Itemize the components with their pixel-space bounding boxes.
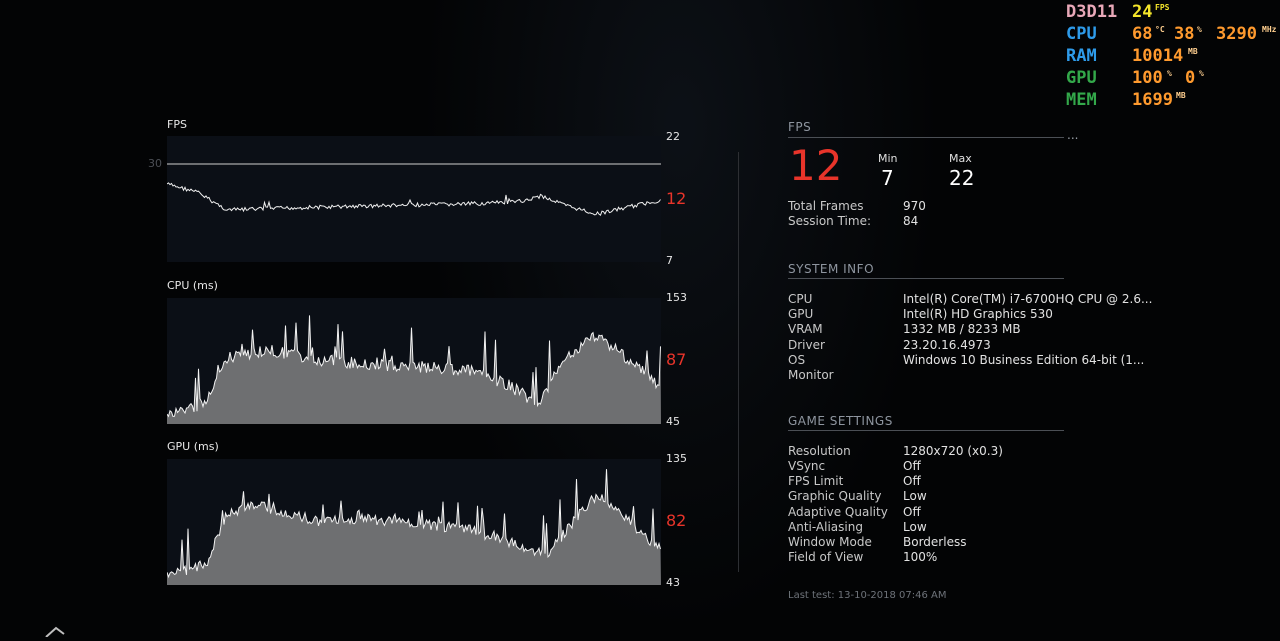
setting-resolution-value: 1280x720 (x0.3) <box>903 444 1003 458</box>
setting-graphic-quality-value: Low <box>903 489 927 503</box>
setting-adaptive-quality-label: Adaptive Quality <box>788 505 888 519</box>
setting-vsync-label: VSync <box>788 459 826 473</box>
overlay-cpu-clock: 3290 <box>1216 24 1257 44</box>
setting-field-of-view-label: Field of View <box>788 550 864 564</box>
system-info-heading: SYSTEM INFO <box>788 262 875 276</box>
fps-axis-min: 7 <box>666 254 673 267</box>
fps-panel-rule <box>788 137 1064 138</box>
fps-max-value: 22 <box>949 166 975 190</box>
overlay-fps-unit: FPS <box>1155 3 1170 12</box>
fps-chart-title: FPS <box>167 118 187 131</box>
cpu-axis-max: 153 <box>666 291 687 304</box>
total-frames-value: 970 <box>903 199 926 213</box>
gpu-chart-plot <box>167 459 661 585</box>
overlay-fps-value: 24 <box>1132 2 1153 22</box>
corner-logo-icon <box>44 622 68 638</box>
overlay-cpu-temp: 68 <box>1132 24 1153 44</box>
fps-max-label: Max <box>949 152 972 165</box>
panel-divider <box>738 152 739 572</box>
setting-fps-limit-label: FPS Limit <box>788 474 844 488</box>
game-settings-heading: GAME SETTINGS <box>788 414 893 428</box>
overlay-mem-unit: MB <box>1176 91 1186 100</box>
fps-min-value: 7 <box>881 166 894 190</box>
setting-window-mode-value: Borderless <box>903 535 967 549</box>
setting-anti-aliasing-value: Low <box>903 520 927 534</box>
setting-window-mode-label: Window Mode <box>788 535 872 549</box>
sysinfo-os-value: Windows 10 Business Edition 64-bit (1... <box>903 353 1145 367</box>
gpu-axis-max: 135 <box>666 452 687 465</box>
setting-fps-limit-value: Off <box>903 474 921 488</box>
system-info-rule <box>788 278 1064 279</box>
cpu-axis-min: 45 <box>666 415 680 428</box>
sysinfo-gpu-label: GPU <box>788 307 814 321</box>
setting-graphic-quality-label: Graphic Quality <box>788 489 882 503</box>
overlay-gpu-load-unit: % <box>1167 69 1172 78</box>
cpu-chart-svg <box>167 315 661 424</box>
setting-field-of-view-value: 100% <box>903 550 938 564</box>
fps-chart-plot <box>167 136 661 262</box>
overlay-cpu-load-unit: % <box>1197 25 1202 34</box>
overlay-mem-label: MEM <box>1066 90 1097 110</box>
fps-current-value: 12 <box>666 189 687 208</box>
overlay-cpu-temp-unit: °C <box>1155 25 1165 34</box>
sysinfo-driver-label: Driver <box>788 338 825 352</box>
sysinfo-driver-value: 23.20.16.4973 <box>903 338 991 352</box>
session-time-label: Session Time: <box>788 214 872 228</box>
gpu-chart-svg <box>167 469 661 585</box>
overlay-gpu-load2: 0 <box>1185 68 1196 88</box>
session-time-value: 84 <box>903 214 919 228</box>
fps-min-label: Min <box>878 152 898 165</box>
overlay-api-label: D3D11 <box>1066 2 1118 22</box>
overlay-cpu-load: 38 <box>1174 24 1195 44</box>
sysinfo-os-label: OS <box>788 353 806 367</box>
overlay-ram-unit: MB <box>1188 47 1198 56</box>
overlay-cpu-label: CPU <box>1066 24 1097 44</box>
cpu-chart-plot <box>167 298 661 424</box>
sysinfo-vram-value: 1332 MB / 8233 MB <box>903 322 1021 336</box>
cpu-current-value: 87 <box>666 350 687 369</box>
fps-target-label: 30 <box>148 157 162 170</box>
fps-axis-max: 22 <box>666 130 680 143</box>
gpu-current-value: 82 <box>666 511 687 530</box>
overlay-gpu-load: 100 <box>1132 68 1163 88</box>
total-frames-label: Total Frames <box>788 199 864 213</box>
sysinfo-cpu-value: Intel(R) Core(TM) i7-6700HQ CPU @ 2.6... <box>903 292 1153 306</box>
fps-line <box>167 182 661 216</box>
overlay-gpu-load2-unit: % <box>1199 69 1204 78</box>
sysinfo-gpu-value: Intel(R) HD Graphics 530 <box>903 307 1053 321</box>
fps-chart-svg <box>167 163 661 216</box>
overlay-gpu-label: GPU <box>1066 68 1097 88</box>
sysinfo-vram-label: VRAM <box>788 322 823 336</box>
setting-anti-aliasing-label: Anti-Aliasing <box>788 520 863 534</box>
sysinfo-cpu-label: CPU <box>788 292 813 306</box>
fps-panel-current: 12 <box>789 141 843 190</box>
gpu-axis-min: 43 <box>666 576 680 589</box>
gpu-chart-title: GPU (ms) <box>167 440 219 453</box>
more-options-icon[interactable]: ... <box>1067 128 1078 142</box>
last-test-timestamp: Last test: 13-10-2018 07:46 AM <box>788 590 947 601</box>
cpu-area <box>167 315 661 424</box>
overlay-mem-value: 1699 <box>1132 90 1173 110</box>
setting-resolution-label: Resolution <box>788 444 851 458</box>
overlay-ram-label: RAM <box>1066 46 1097 66</box>
game-settings-rule <box>788 430 1064 431</box>
overlay-ram-value: 10014 <box>1132 46 1184 66</box>
overlay-cpu-clock-unit: MHz <box>1262 25 1277 34</box>
setting-adaptive-quality-value: Off <box>903 505 921 519</box>
cpu-chart-title: CPU (ms) <box>167 279 218 292</box>
setting-vsync-value: Off <box>903 459 921 473</box>
fps-panel-heading: FPS <box>788 120 812 134</box>
sysinfo-monitor-label: Monitor <box>788 368 834 382</box>
